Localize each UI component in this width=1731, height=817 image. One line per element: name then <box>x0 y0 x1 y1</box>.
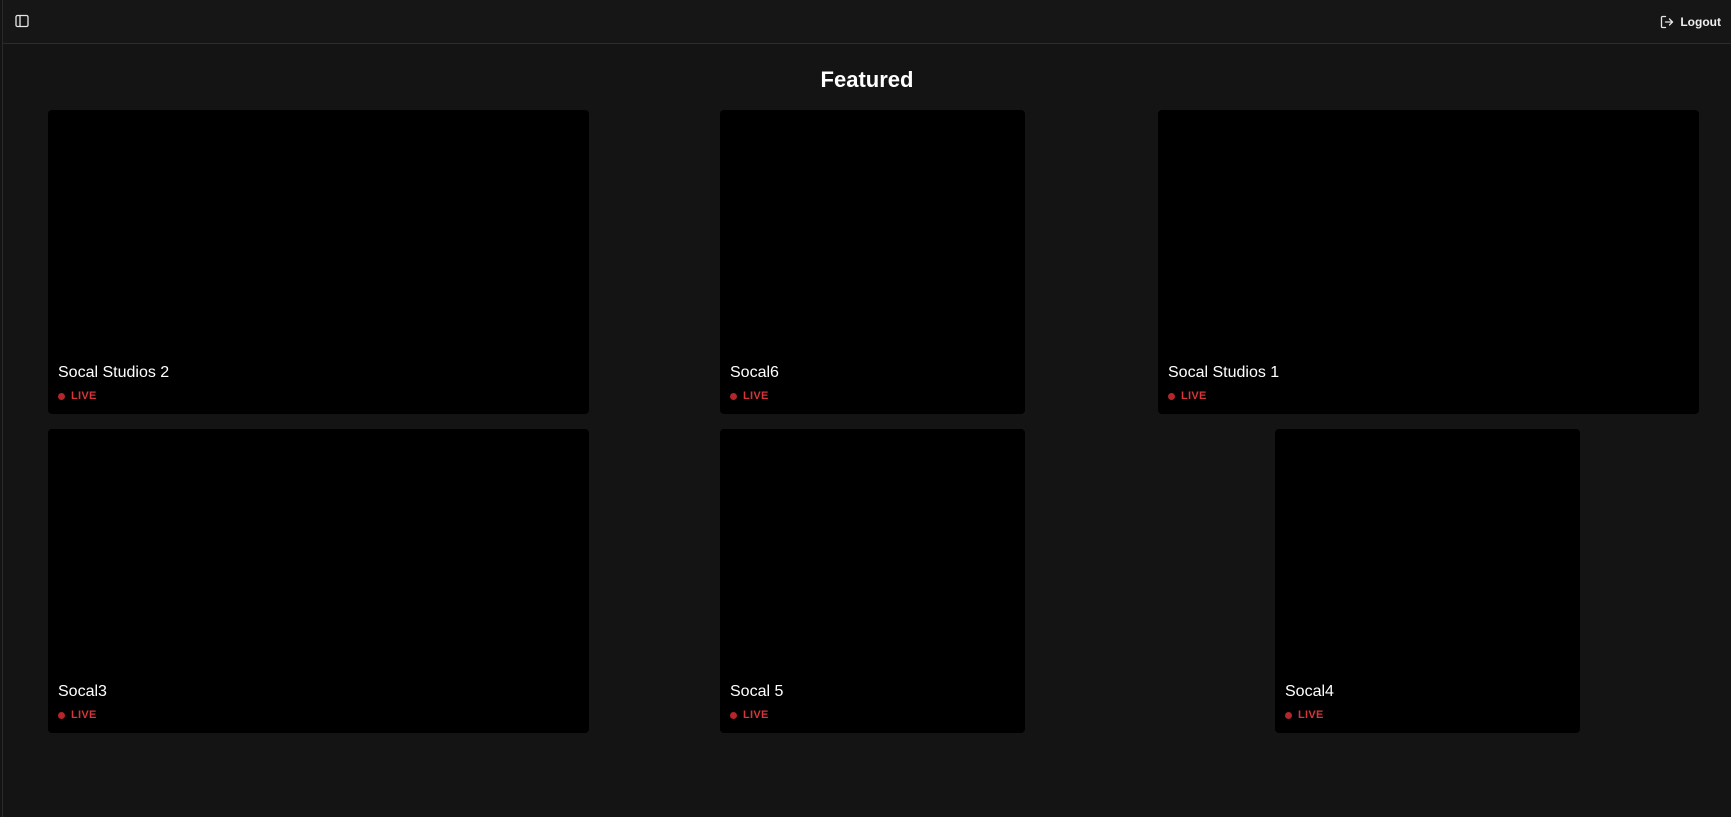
live-dot-icon <box>1285 711 1292 719</box>
live-dot-icon <box>730 711 737 719</box>
stream-card[interactable]: Socal Studios 2 LIVE <box>48 110 589 414</box>
stream-title: Socal4 <box>1285 683 1334 700</box>
logout-label: Logout <box>1680 15 1721 29</box>
live-dot-icon <box>730 392 737 400</box>
stream-card[interactable]: Socal 5 LIVE <box>720 429 1025 733</box>
top-bar: Logout <box>3 0 1731 44</box>
live-indicator: LIVE <box>1285 709 1324 721</box>
live-dot-icon <box>58 711 65 719</box>
live-label: LIVE <box>743 709 769 721</box>
live-indicator: LIVE <box>1168 390 1207 402</box>
page-title: Featured <box>820 67 914 92</box>
live-label: LIVE <box>71 390 97 402</box>
stream-card[interactable]: Socal3 LIVE <box>48 429 589 733</box>
stream-title: Socal Studios 1 <box>1168 364 1280 381</box>
app-frame: Logout Featured Socal Studios 2 LIVE Soc… <box>2 0 1731 817</box>
live-label: LIVE <box>71 709 97 721</box>
sidebar-panel-icon <box>15 14 31 28</box>
live-indicator: LIVE <box>730 390 769 402</box>
live-indicator: LIVE <box>730 709 769 721</box>
stream-title: Socal6 <box>730 364 779 381</box>
live-dot-icon <box>58 392 65 400</box>
logout-button[interactable]: Logout <box>1660 12 1721 32</box>
live-indicator: LIVE <box>58 709 97 721</box>
live-indicator: LIVE <box>58 390 97 402</box>
sidebar-toggle-button[interactable] <box>15 14 31 30</box>
stream-card[interactable]: Socal4 LIVE <box>1275 429 1580 733</box>
live-label: LIVE <box>743 390 769 402</box>
live-label: LIVE <box>1298 709 1324 721</box>
logout-icon <box>1660 15 1674 29</box>
stream-title: Socal Studios 2 <box>58 364 170 381</box>
stream-title: Socal 5 <box>730 683 784 700</box>
stream-card[interactable]: Socal6 LIVE <box>720 110 1025 414</box>
live-dot-icon <box>1168 392 1175 400</box>
live-label: LIVE <box>1181 390 1207 402</box>
stream-title: Socal3 <box>58 683 107 700</box>
stream-card[interactable]: Socal Studios 1 LIVE <box>1158 110 1699 414</box>
